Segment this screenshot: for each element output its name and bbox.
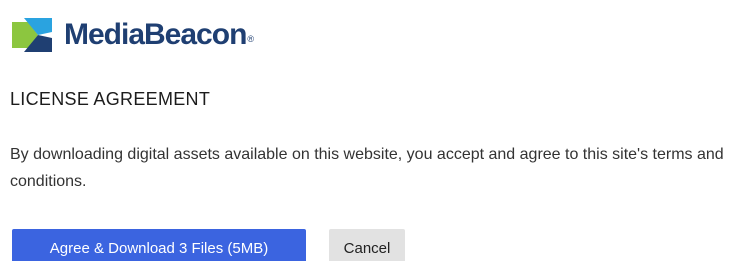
license-message: By downloading digital assets available … [10, 146, 724, 190]
brand-name: MediaBeacon [64, 18, 247, 51]
mediabeacon-logo: MediaBeacon ® [10, 14, 254, 56]
agree-download-button[interactable]: Agree & Download 3 Files (5MB) [12, 229, 306, 261]
cancel-button[interactable]: Cancel [329, 229, 405, 261]
action-bar: Agree & Download 3 Files (5MB) Cancel [12, 229, 405, 261]
registered-mark: ® [247, 34, 255, 44]
mediabeacon-logo-icon [12, 18, 52, 52]
license-heading: LICENSE AGREEMENT [10, 89, 211, 109]
